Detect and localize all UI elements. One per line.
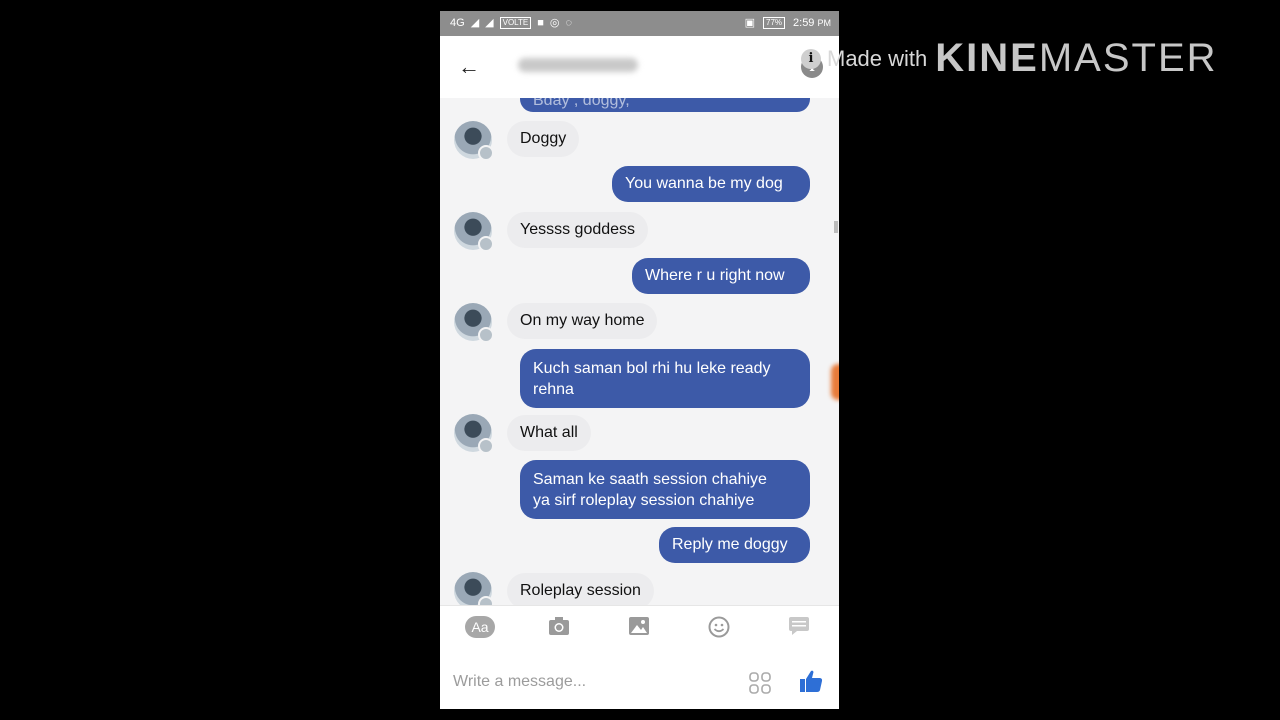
message-text: What all	[520, 424, 578, 441]
message-text: On my way home	[520, 312, 645, 329]
message-outgoing[interactable]: Where r u right now	[632, 258, 810, 294]
avatar[interactable]	[454, 212, 494, 252]
chat-icon[interactable]	[785, 616, 813, 640]
scrollbar[interactable]	[834, 221, 838, 233]
presence-dot	[478, 438, 494, 454]
message-incoming[interactable]: What all	[507, 415, 591, 451]
message-outgoing[interactable]: Reply me doggy	[659, 527, 810, 563]
avatar[interactable]	[454, 121, 494, 161]
message-text-line: Saman ke saath session chahiye	[533, 471, 767, 488]
message-composer[interactable]: Write a message...	[440, 655, 839, 709]
message-text: Doggy	[520, 130, 567, 147]
avatar[interactable]	[454, 414, 494, 454]
message-text: Where r u right now	[645, 267, 785, 284]
camera-icon[interactable]	[545, 616, 573, 640]
apps-grid-icon[interactable]	[748, 671, 772, 695]
message-text: Reply me doggy	[672, 536, 788, 553]
floating-chat-head[interactable]	[831, 364, 839, 400]
watermark-brand-kine: KINE	[935, 36, 1039, 80]
watermark-brand-master: MASTER	[1038, 36, 1218, 80]
presence-dot	[478, 145, 494, 161]
watermark-made-with: Made with	[827, 45, 928, 71]
message-text-line: Kuch saman bol rhi hu leke ready	[533, 360, 771, 377]
clock-ampm: PM	[817, 18, 832, 28]
signal-icon: ◢	[470, 17, 480, 29]
message-text-line: rehna	[533, 381, 574, 398]
message-incoming[interactable]: Yessss goddess	[507, 212, 649, 248]
message-outgoing[interactable]: Saman ke saath session chahiye ya sirf r…	[520, 460, 810, 519]
message-text: Yessss goddess	[520, 221, 636, 238]
status-bar: 4G ◢ ◢ VOLTE ■ ◎ ◌ ▣ 77% 2:59 PM	[440, 11, 839, 36]
emoji-icon[interactable]	[705, 616, 733, 640]
thumbs-up-icon[interactable]	[798, 668, 826, 696]
message-incoming[interactable]: Doggy	[507, 121, 580, 157]
avatar[interactable]	[454, 572, 494, 605]
chat-header: ← i	[440, 36, 839, 98]
message-text: You wanna be my dog	[625, 175, 783, 192]
presence-dot	[478, 327, 494, 343]
message-incoming[interactable]: On my way home	[507, 303, 658, 339]
clock-time: 2:59	[793, 17, 815, 29]
watermark-info-icon: i	[801, 48, 821, 69]
arrow-left-icon[interactable]: ←	[458, 54, 480, 80]
message-text-line: ya sirf roleplay session chahiye	[533, 492, 755, 509]
presence-dot	[478, 596, 494, 605]
message-incoming[interactable]: Roleplay session	[507, 573, 654, 605]
battery-icon: 77%	[763, 17, 786, 29]
network-label: 4G	[450, 17, 465, 29]
avatar[interactable]	[454, 303, 494, 343]
contact-name-blurred[interactable]	[518, 58, 638, 72]
message-list[interactable]: Bday , doggy, Doggy You wanna be my dog …	[440, 98, 839, 605]
messenger-icon: ◌	[565, 17, 573, 29]
message-text: Roleplay session	[520, 582, 641, 599]
presence-dot	[478, 236, 494, 252]
composer-toolbar: Aa	[440, 605, 839, 656]
signal-icon-2: ◢	[485, 17, 494, 29]
text-format-button[interactable]: Aa	[465, 616, 495, 638]
cast-icon: ▣	[744, 17, 755, 29]
message-outgoing[interactable]: Bday , doggy,	[520, 98, 810, 112]
video-icon: ■	[537, 17, 544, 29]
message-text: Bday , doggy,	[533, 98, 630, 109]
volte-badge: VOLTE	[499, 17, 532, 29]
message-outgoing[interactable]: Kuch saman bol rhi hu leke ready rehna	[520, 349, 810, 408]
message-input[interactable]: Write a message...	[453, 673, 586, 691]
kinemaster-watermark: i Made with KINE MASTER	[801, 36, 1218, 81]
clock: 2:59 PM	[793, 16, 831, 30]
image-icon[interactable]	[625, 616, 653, 640]
messenger-screen: 4G ◢ ◢ VOLTE ■ ◎ ◌ ▣ 77% 2:59 PM ← i Bda…	[440, 11, 839, 709]
message-outgoing[interactable]: You wanna be my dog	[612, 166, 810, 202]
whatsapp-icon: ◎	[549, 17, 560, 29]
